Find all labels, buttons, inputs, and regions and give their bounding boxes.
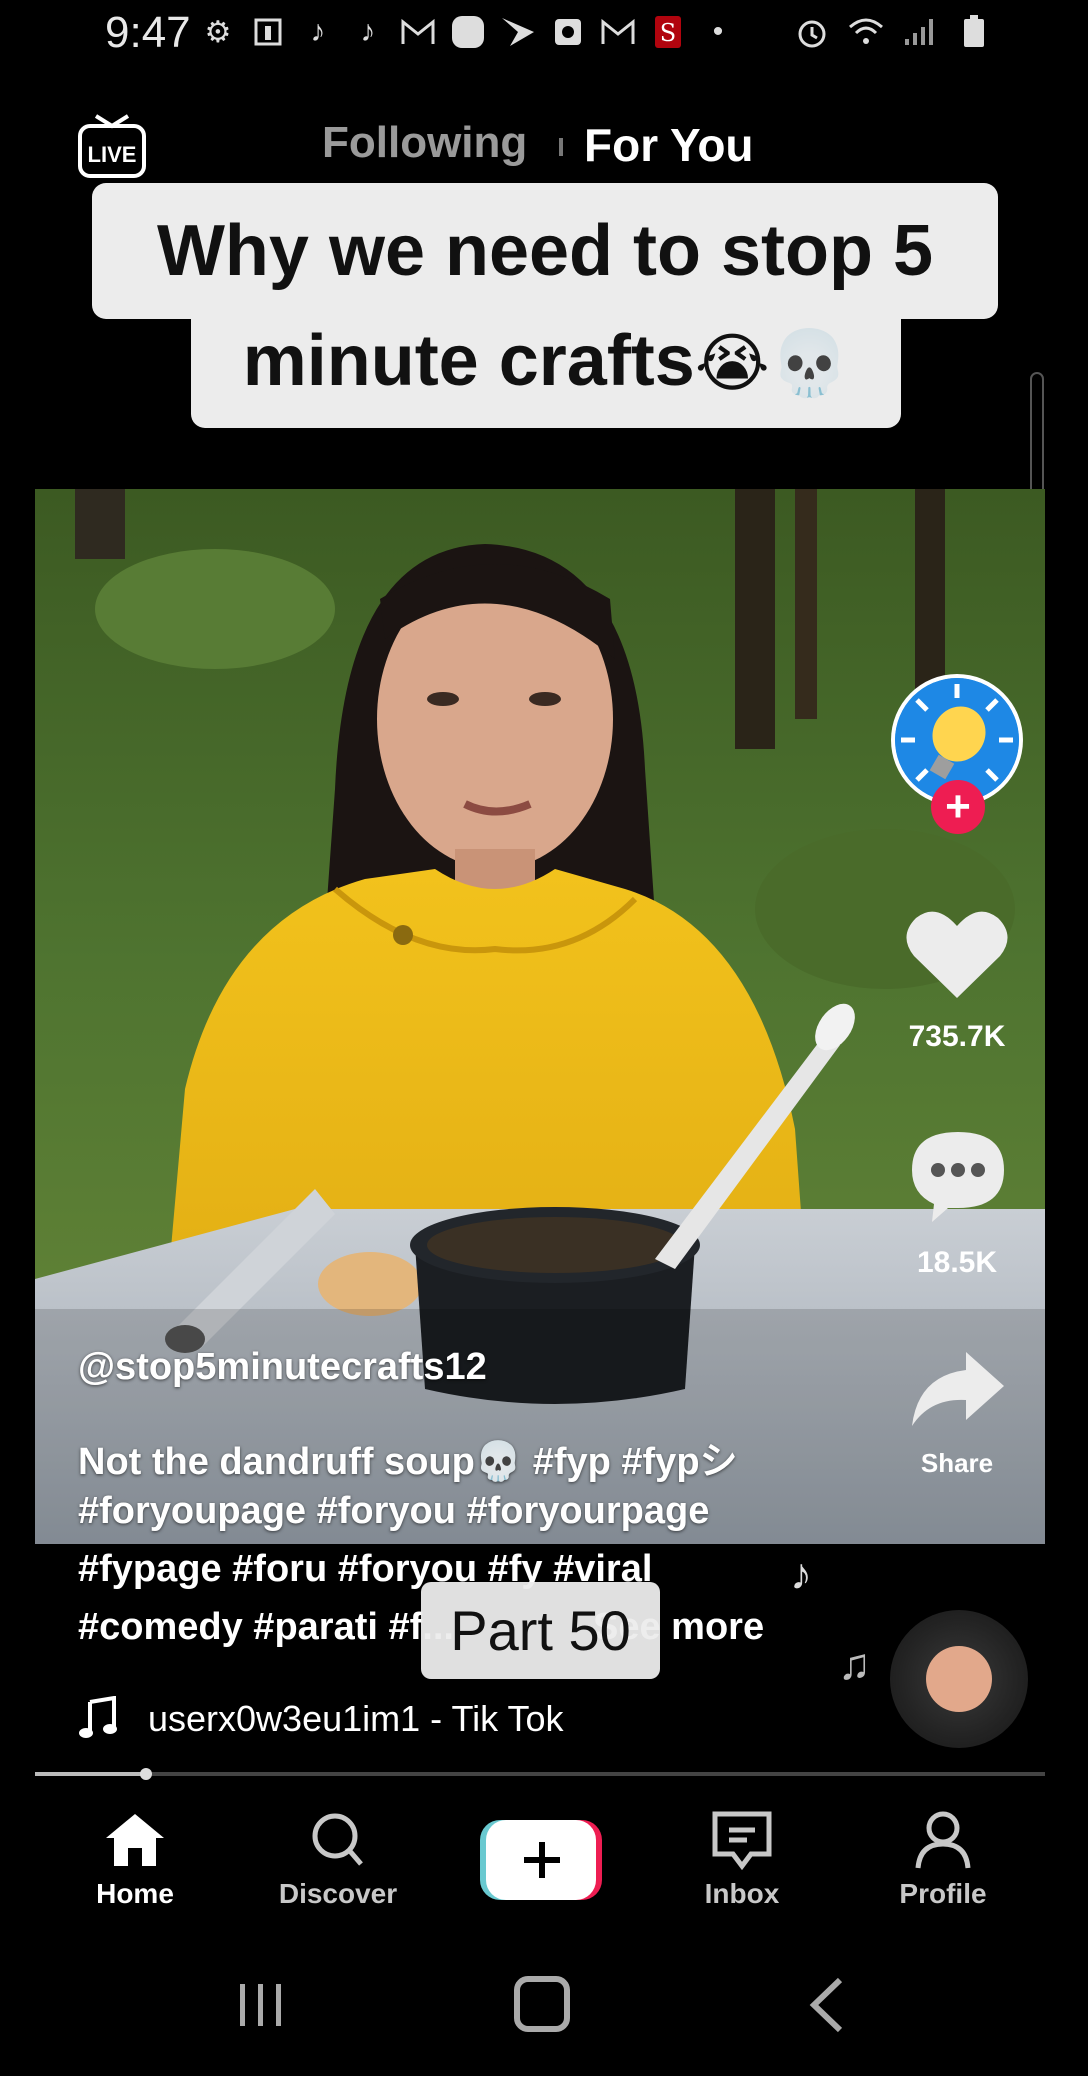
profile-icon: [915, 1811, 971, 1869]
sound-name[interactable]: userx0w3eu1im1 - Tik Tok: [148, 1698, 582, 1740]
sprint-icon: [500, 14, 536, 50]
gmail-icon: [600, 14, 636, 50]
wifi-icon: [848, 14, 884, 50]
sound-disc[interactable]: [890, 1610, 1028, 1748]
share-label: Share: [920, 1448, 994, 1478]
music-note-icon: [78, 1695, 118, 1740]
inbox-icon: [712, 1811, 772, 1870]
app-icon: [550, 14, 586, 50]
progress-fill: [35, 1772, 147, 1776]
caption-text: minute crafts: [242, 321, 695, 401]
heart-icon: [906, 911, 1008, 998]
status-time: 9:47: [105, 8, 191, 57]
nav-label: Discover: [278, 1878, 398, 1909]
tiktok-icon: ♪: [310, 15, 326, 48]
floating-music-note-icon: ♪: [790, 1550, 812, 1599]
follow-button[interactable]: +: [931, 780, 985, 834]
caption-emoji: 😭💀: [694, 327, 850, 399]
bottom-nav: Home Discover Inbox Profile: [0, 1790, 1088, 1930]
nav-discover[interactable]: Discover: [258, 1810, 418, 1910]
svg-text:S: S: [660, 19, 676, 47]
like-button[interactable]: [904, 906, 1010, 1002]
tiktok-icon: ♪: [360, 15, 376, 48]
tab-for-you[interactable]: For You: [584, 118, 754, 172]
share-button[interactable]: [910, 1348, 1006, 1428]
description-line: #comedy #parati #f...: [78, 1606, 454, 1648]
create-button[interactable]: [480, 1820, 602, 1900]
back-icon: [809, 1977, 843, 2033]
status-bar: 9:47 ⚙ ♪ ♪ S •: [0, 0, 1088, 70]
signal-icon: [902, 14, 938, 50]
comment-button[interactable]: [908, 1128, 1008, 1224]
alarm-icon: [794, 14, 830, 50]
comment-icon: [912, 1132, 1004, 1222]
nav-label: Home: [96, 1878, 174, 1909]
system-home-button[interactable]: [514, 1976, 570, 2032]
video-progress-bar[interactable]: [35, 1772, 1045, 1776]
notification-icons: ⚙ ♪ ♪ S •: [200, 14, 736, 50]
system-back-button[interactable]: [806, 1976, 846, 2034]
tiktok-screen: 9:47 ⚙ ♪ ♪ S • LIVE Following For You Wh…: [0, 0, 1088, 2076]
system-status-icons: [794, 14, 992, 50]
home-icon: [106, 1814, 164, 1866]
share-icon: [912, 1352, 1004, 1426]
nav-label: Profile: [899, 1878, 987, 1909]
plus-icon: [480, 1820, 602, 1900]
nav-label: Inbox: [704, 1878, 780, 1909]
recents-icon: [240, 1984, 281, 2026]
floating-music-note-icon: ♫: [838, 1640, 871, 1689]
system-nav-bar: [0, 1950, 1088, 2060]
nav-inbox[interactable]: Inbox: [662, 1810, 822, 1910]
progress-handle[interactable]: [140, 1768, 153, 1780]
caption-line-1: Why we need to stop 5: [156, 211, 934, 291]
battery-icon: [956, 14, 992, 50]
caption-line-2: minute crafts😭💀: [191, 320, 901, 402]
creator-username[interactable]: @stop5minutecrafts12: [78, 1346, 487, 1389]
description-line: Not the dandruff soup💀 #fyp #fypシ: [78, 1441, 738, 1483]
part-badge: Part 50: [421, 1582, 660, 1679]
comment-count: 18.5K: [916, 1246, 998, 1279]
sound-cover: [926, 1646, 992, 1712]
app-icon: [450, 14, 486, 50]
gmail-icon: [400, 14, 436, 50]
tab-divider: [559, 138, 563, 156]
description-line: #foryoupage #foryou #foryourpage: [78, 1490, 710, 1532]
settings-icon: ⚙: [204, 15, 232, 49]
stanford-icon: S: [650, 14, 686, 50]
nav-home[interactable]: Home: [55, 1810, 215, 1910]
tab-following[interactable]: Following: [322, 118, 527, 168]
recent-apps-button[interactable]: [236, 1980, 286, 2030]
feed-tabs: Following For You: [0, 118, 1088, 178]
search-icon: [312, 1813, 363, 1866]
nav-profile[interactable]: Profile: [863, 1810, 1023, 1910]
news-icon: [250, 14, 286, 50]
like-count: 735.7K: [908, 1020, 1006, 1053]
dot-icon: •: [712, 15, 724, 48]
